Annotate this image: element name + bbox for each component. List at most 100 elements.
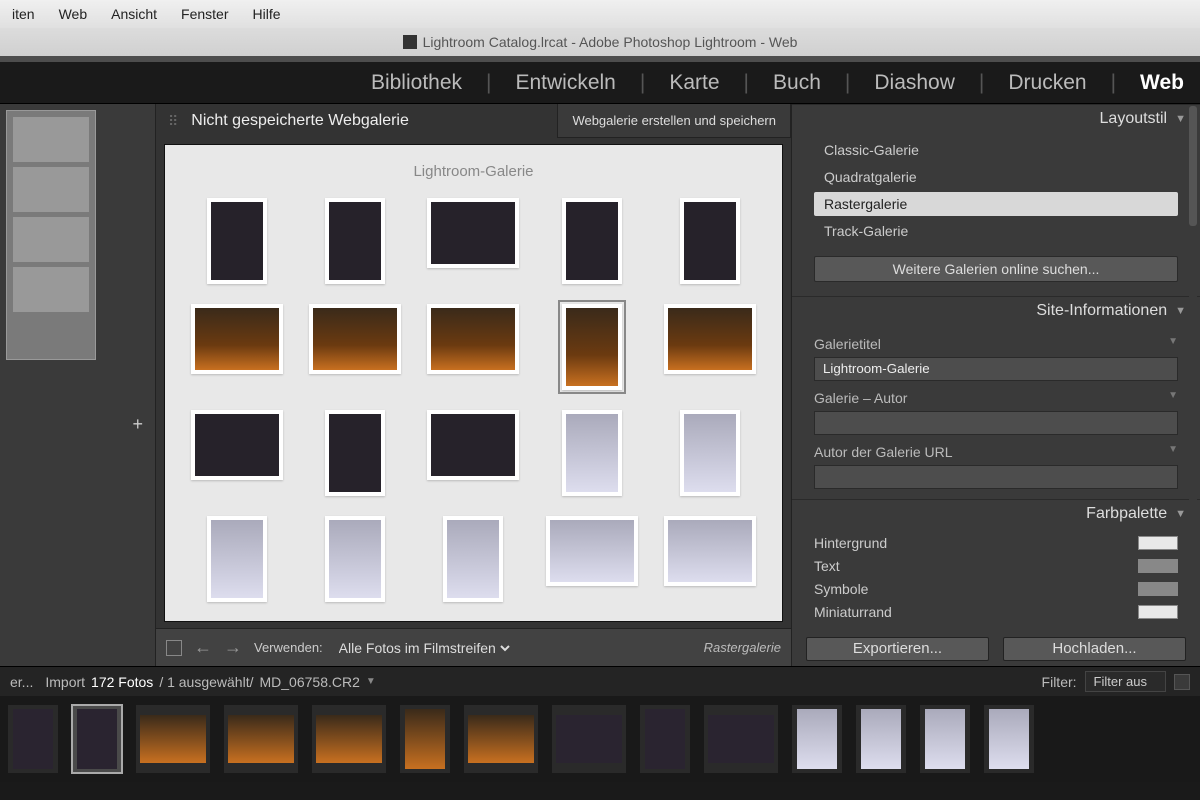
filmstrip-thumb[interactable] bbox=[552, 705, 626, 773]
center-toolbar: ← → Verwenden: Alle Fotos im Filmstreife… bbox=[156, 628, 791, 666]
status-import[interactable]: Import bbox=[45, 674, 85, 690]
nav-thumb bbox=[13, 267, 89, 312]
module-bar[interactable]: Bibliothek|Entwickeln|Karte|Buch|Diashow… bbox=[0, 62, 1200, 104]
select-toggle[interactable] bbox=[166, 640, 182, 656]
module-diashow[interactable]: Diashow bbox=[874, 71, 955, 95]
gallery-thumb[interactable] bbox=[191, 304, 283, 374]
gallery-thumb[interactable] bbox=[325, 516, 385, 602]
gallery-thumb[interactable] bbox=[325, 198, 385, 284]
gallery-author-input[interactable] bbox=[814, 411, 1178, 435]
color-swatch[interactable] bbox=[1138, 582, 1178, 596]
add-button[interactable]: + bbox=[132, 414, 143, 435]
os-menubar[interactable]: iten Web Ansicht Fenster Hilfe bbox=[0, 0, 1200, 28]
panel-header-layoutstil[interactable]: Layoutstil▼ bbox=[792, 104, 1200, 134]
layout-option[interactable]: Rastergalerie bbox=[814, 192, 1178, 216]
right-scrollbar[interactable] bbox=[1189, 106, 1197, 664]
gallery-thumb[interactable] bbox=[427, 304, 519, 374]
panel-header-siteinfo[interactable]: Site-Informationen▼ bbox=[792, 296, 1200, 326]
layout-option[interactable]: Quadratgalerie bbox=[814, 165, 1178, 189]
filmstrip-thumb[interactable] bbox=[920, 705, 970, 773]
gallery-thumb[interactable] bbox=[443, 516, 503, 602]
triangle-down-icon: ▼ bbox=[1175, 113, 1186, 125]
gallery-url-input[interactable] bbox=[814, 465, 1178, 489]
filmstrip-thumb[interactable] bbox=[464, 705, 538, 773]
chevron-down-icon[interactable]: ▼ bbox=[366, 676, 376, 687]
menu-iten[interactable]: iten bbox=[12, 6, 35, 22]
filmstrip-thumb[interactable] bbox=[856, 705, 906, 773]
filter-flag-toggle[interactable] bbox=[1174, 674, 1190, 690]
module-web[interactable]: Web bbox=[1140, 71, 1184, 95]
filmstrip-thumb[interactable] bbox=[136, 705, 210, 773]
menu-hilfe[interactable]: Hilfe bbox=[253, 6, 281, 22]
upload-button[interactable]: Hochladen... bbox=[1003, 637, 1186, 661]
center-column: ⠿ Nicht gespeicherte Webgalerie Webgaler… bbox=[155, 104, 792, 666]
more-galleries-button[interactable]: Weitere Galerien online suchen... bbox=[814, 256, 1178, 282]
menu-web[interactable]: Web bbox=[59, 6, 88, 22]
gallery-preview[interactable]: Lightroom-Galerie bbox=[164, 144, 783, 622]
layout-option[interactable]: Track-Galerie bbox=[814, 219, 1178, 243]
color-row: Hintergrund bbox=[814, 533, 1178, 553]
app-icon bbox=[403, 35, 417, 49]
gallery-thumb[interactable] bbox=[680, 410, 740, 496]
gallery-thumb[interactable] bbox=[207, 516, 267, 602]
gallery-thumb[interactable] bbox=[562, 410, 622, 496]
prev-arrow-icon[interactable]: ← bbox=[194, 637, 212, 658]
status-bar: er... Import 172 Fotos / 1 ausgewählt/ M… bbox=[0, 666, 1200, 696]
filmstrip-thumb[interactable] bbox=[400, 705, 450, 773]
gallery-thumb[interactable] bbox=[427, 198, 519, 268]
gallery-thumb[interactable] bbox=[562, 304, 622, 390]
gallery-thumb[interactable] bbox=[664, 516, 756, 586]
field-label: Autor der Galerie URL▼ bbox=[814, 438, 1178, 460]
color-swatch[interactable] bbox=[1138, 605, 1178, 619]
gallery-thumb[interactable] bbox=[191, 410, 283, 480]
color-row: Miniaturrand bbox=[814, 602, 1178, 622]
menu-fenster[interactable]: Fenster bbox=[181, 6, 228, 22]
export-button[interactable]: Exportieren... bbox=[806, 637, 989, 661]
center-header-title: Nicht gespeicherte Webgalerie bbox=[191, 112, 557, 130]
module-entwickeln[interactable]: Entwickeln bbox=[515, 71, 615, 95]
next-arrow-icon[interactable]: → bbox=[224, 637, 242, 658]
right-panel: Layoutstil▼ Classic-Galerie Quadratgaleri… bbox=[792, 104, 1200, 666]
filmstrip-thumb[interactable] bbox=[704, 705, 778, 773]
color-swatch[interactable] bbox=[1138, 559, 1178, 573]
filmstrip-thumb[interactable] bbox=[984, 705, 1034, 773]
field-label: Galerietitel▼ bbox=[814, 330, 1178, 352]
gallery-thumb[interactable] bbox=[309, 304, 401, 374]
chevron-down-icon: ▼ bbox=[1168, 444, 1178, 460]
triangle-down-icon: ▼ bbox=[1175, 305, 1186, 317]
color-swatch[interactable] bbox=[1138, 536, 1178, 550]
module-buch[interactable]: Buch bbox=[773, 71, 821, 95]
window-title-bar: Lightroom Catalog.lrcat - Adobe Photosho… bbox=[0, 28, 1200, 56]
create-gallery-button[interactable]: Webgalerie erstellen und speichern bbox=[557, 104, 791, 138]
gallery-thumb[interactable] bbox=[562, 198, 622, 284]
drag-handle-icon[interactable]: ⠿ bbox=[156, 113, 191, 130]
gallery-title-input[interactable] bbox=[814, 357, 1178, 381]
gallery-thumb[interactable] bbox=[680, 198, 740, 284]
gallery-thumb[interactable] bbox=[207, 198, 267, 284]
gallery-thumb[interactable] bbox=[664, 304, 756, 374]
filmstrip-thumb[interactable] bbox=[224, 705, 298, 773]
module-bibliothek[interactable]: Bibliothek bbox=[371, 71, 462, 95]
gallery-thumb[interactable] bbox=[546, 516, 638, 586]
gallery-thumb[interactable] bbox=[427, 410, 519, 480]
filmstrip-thumb[interactable] bbox=[72, 705, 122, 773]
status-selected: / 1 ausgewählt/ bbox=[159, 674, 253, 690]
use-select[interactable]: Alle Fotos im Filmstreifen bbox=[335, 639, 513, 657]
status-frag: er... bbox=[10, 674, 33, 690]
filmstrip-thumb[interactable] bbox=[640, 705, 690, 773]
panel-header-farbpalette[interactable]: Farbpalette▼ bbox=[792, 499, 1200, 529]
filmstrip-thumb[interactable] bbox=[8, 705, 58, 773]
menu-ansicht[interactable]: Ansicht bbox=[111, 6, 157, 22]
filmstrip[interactable] bbox=[0, 696, 1200, 782]
status-filename[interactable]: MD_06758.CR2 bbox=[259, 674, 359, 690]
center-header: ⠿ Nicht gespeicherte Webgalerie Webgaler… bbox=[156, 104, 791, 138]
filter-label: Filter: bbox=[1042, 674, 1077, 690]
gallery-thumb[interactable] bbox=[325, 410, 385, 496]
filmstrip-thumb[interactable] bbox=[792, 705, 842, 773]
color-row: Symbole bbox=[814, 579, 1178, 599]
filmstrip-thumb[interactable] bbox=[312, 705, 386, 773]
filter-select[interactable]: Filter aus bbox=[1085, 671, 1166, 692]
module-drucken[interactable]: Drucken bbox=[1008, 71, 1086, 95]
module-karte[interactable]: Karte bbox=[669, 71, 719, 95]
layout-option[interactable]: Classic-Galerie bbox=[814, 138, 1178, 162]
